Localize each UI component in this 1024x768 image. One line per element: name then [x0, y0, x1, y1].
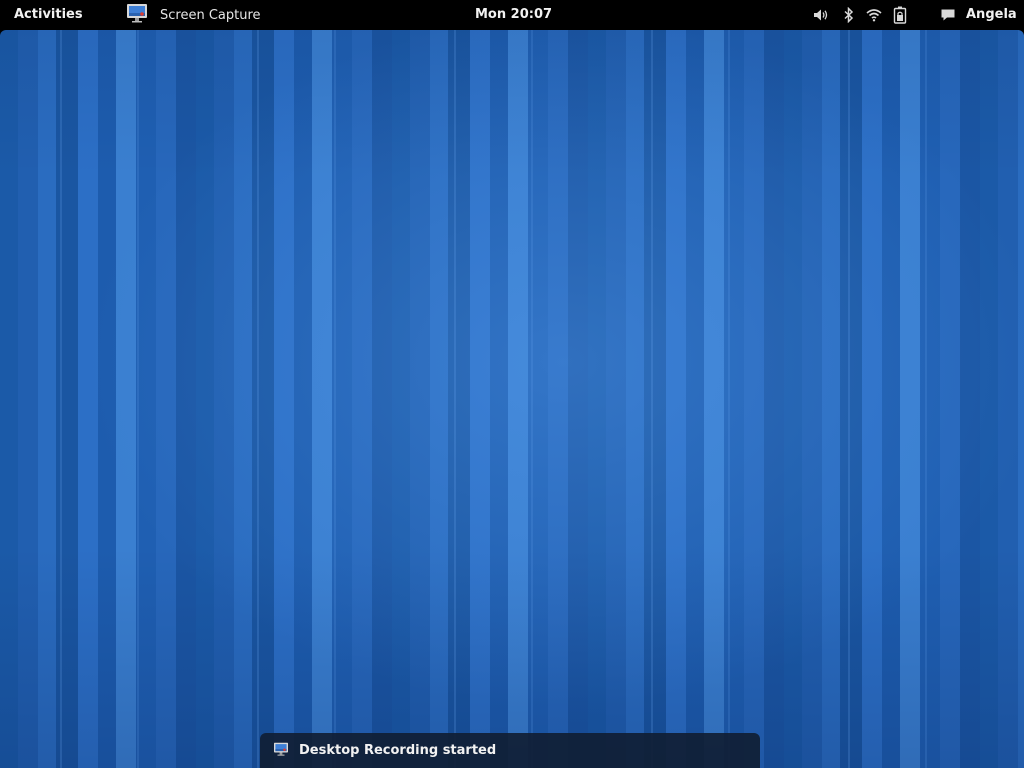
screen: Activities Screen Capture Mon 20:07 Ange… [0, 0, 1024, 768]
activities-button[interactable]: Activities [14, 7, 83, 22]
bluetooth-icon[interactable] [840, 6, 858, 24]
chat-icon[interactable] [939, 6, 957, 24]
monitor-icon [126, 3, 148, 27]
top-bar: Activities Screen Capture Mon 20:07 Ange… [0, 0, 1024, 30]
volume-icon[interactable] [812, 6, 830, 24]
clock[interactable]: Mon 20:07 [475, 7, 552, 22]
notification-banner[interactable]: Desktop Recording started [260, 733, 760, 768]
wifi-icon[interactable] [865, 6, 883, 24]
app-menu[interactable]: Screen Capture [126, 4, 261, 26]
notification-text: Desktop Recording started [299, 743, 497, 758]
battery-icon[interactable] [891, 6, 909, 24]
desktop-background[interactable] [0, 30, 1024, 768]
user-menu[interactable]: Angela [966, 7, 1017, 22]
app-name: Screen Capture [160, 7, 261, 23]
monitor-icon [273, 741, 289, 760]
